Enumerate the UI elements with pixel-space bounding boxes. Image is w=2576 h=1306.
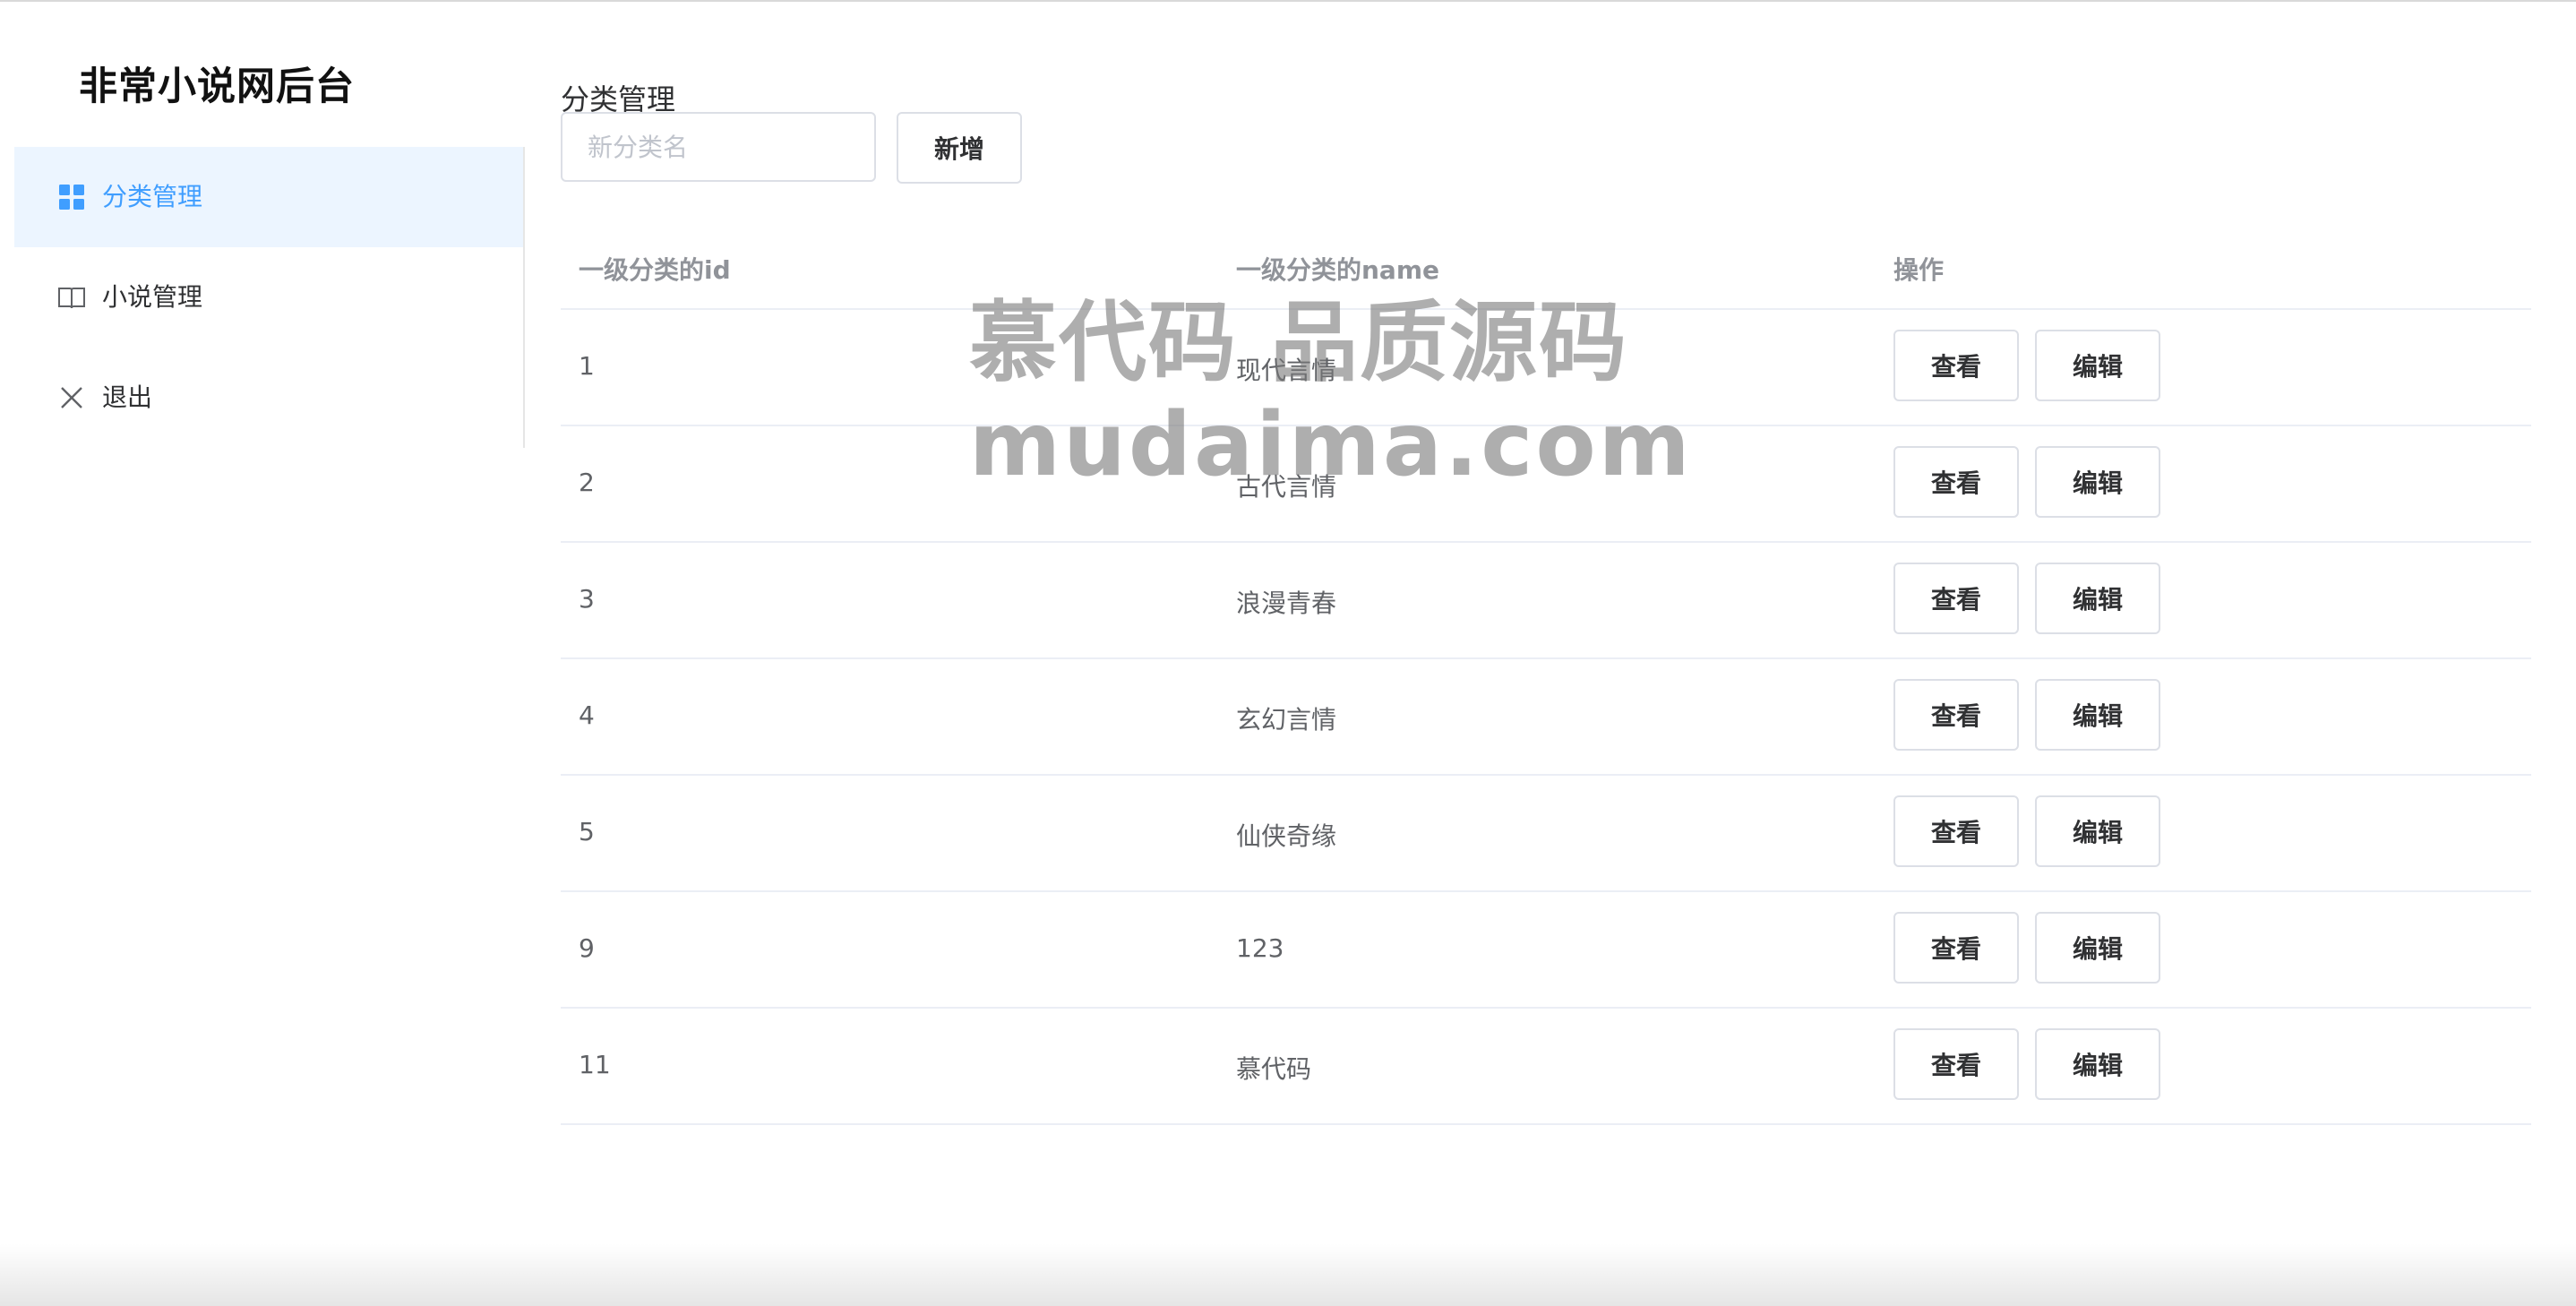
table-row: 9 123 查看 编辑: [561, 892, 2531, 1009]
table-row: 11 慕代码 查看 编辑: [561, 1009, 2531, 1125]
cell-name: 古代言情: [1236, 472, 1337, 502]
table-row: 3 浪漫青春 查看 编辑: [561, 543, 2531, 659]
view-button[interactable]: 查看: [1893, 563, 2019, 634]
cell-name: 玄幻言情: [1236, 705, 1337, 735]
cell-name: 仙侠奇缘: [1236, 821, 1337, 851]
sidebar-item-novel[interactable]: 小说管理: [14, 247, 523, 348]
cell-id: 1: [579, 351, 595, 381]
column-header-id: 一级分类的id: [579, 255, 731, 285]
column-header-actions: 操作: [1893, 255, 1945, 285]
sidebar-item-label: 小说管理: [102, 282, 203, 312]
table-header: 一级分类的id 一级分类的name 操作: [561, 228, 2531, 310]
edit-button[interactable]: 编辑: [2035, 1028, 2160, 1100]
view-button[interactable]: 查看: [1893, 330, 2019, 401]
table-row: 1 现代言情 查看 编辑: [561, 310, 2531, 426]
sidebar-item-label: 分类管理: [102, 182, 203, 211]
table-row: 5 仙侠奇缘 查看 编辑: [561, 776, 2531, 892]
sidebar-item-label: 退出: [102, 382, 153, 412]
sidebar-item-logout[interactable]: 退出: [14, 348, 523, 448]
table-row: 4 玄幻言情 查看 编辑: [561, 659, 2531, 776]
cell-id: 5: [579, 817, 595, 846]
book-icon: [58, 288, 85, 309]
sidebar-menu: 分类管理 小说管理 退出: [14, 147, 525, 448]
table-row: 2 古代言情 查看 编辑: [561, 426, 2531, 543]
sidebar-item-category[interactable]: 分类管理: [14, 147, 523, 247]
new-category-input[interactable]: [561, 112, 876, 182]
cell-id: 11: [579, 1050, 611, 1079]
add-category-button[interactable]: 新增: [897, 112, 1022, 184]
view-button[interactable]: 查看: [1893, 795, 2019, 867]
cell-name: 现代言情: [1236, 356, 1337, 385]
edit-button[interactable]: 编辑: [2035, 679, 2160, 751]
edit-button[interactable]: 编辑: [2035, 330, 2160, 401]
column-header-name: 一级分类的name: [1236, 255, 1439, 285]
cell-name: 123: [1236, 933, 1284, 963]
view-button[interactable]: 查看: [1893, 912, 2019, 984]
category-table: 一级分类的id 一级分类的name 操作 1 现代言情 查看 编辑 2 古代言情…: [561, 228, 2531, 1125]
close-icon: [61, 387, 82, 408]
edit-button[interactable]: 编辑: [2035, 446, 2160, 518]
cell-id: 4: [579, 700, 595, 730]
view-button[interactable]: 查看: [1893, 1028, 2019, 1100]
bottom-shadow: [0, 1243, 2576, 1306]
cell-id: 9: [579, 933, 595, 963]
view-button[interactable]: 查看: [1893, 446, 2019, 518]
cell-name: 浪漫青春: [1236, 589, 1337, 618]
cell-id: 3: [579, 584, 595, 614]
main-content: 分类管理 新增 一级分类的id 一级分类的name 操作 1 现代言情 查看 编…: [561, 0, 2531, 1306]
sidebar: 非常小说网后台 分类管理 小说管理 退出: [0, 0, 525, 1306]
edit-button[interactable]: 编辑: [2035, 912, 2160, 984]
cell-id: 2: [579, 468, 595, 497]
edit-button[interactable]: 编辑: [2035, 563, 2160, 634]
app-title: 非常小说网后台: [79, 64, 355, 109]
grid-icon: [59, 185, 84, 210]
cell-name: 慕代码: [1236, 1054, 1312, 1084]
edit-button[interactable]: 编辑: [2035, 795, 2160, 867]
view-button[interactable]: 查看: [1893, 679, 2019, 751]
